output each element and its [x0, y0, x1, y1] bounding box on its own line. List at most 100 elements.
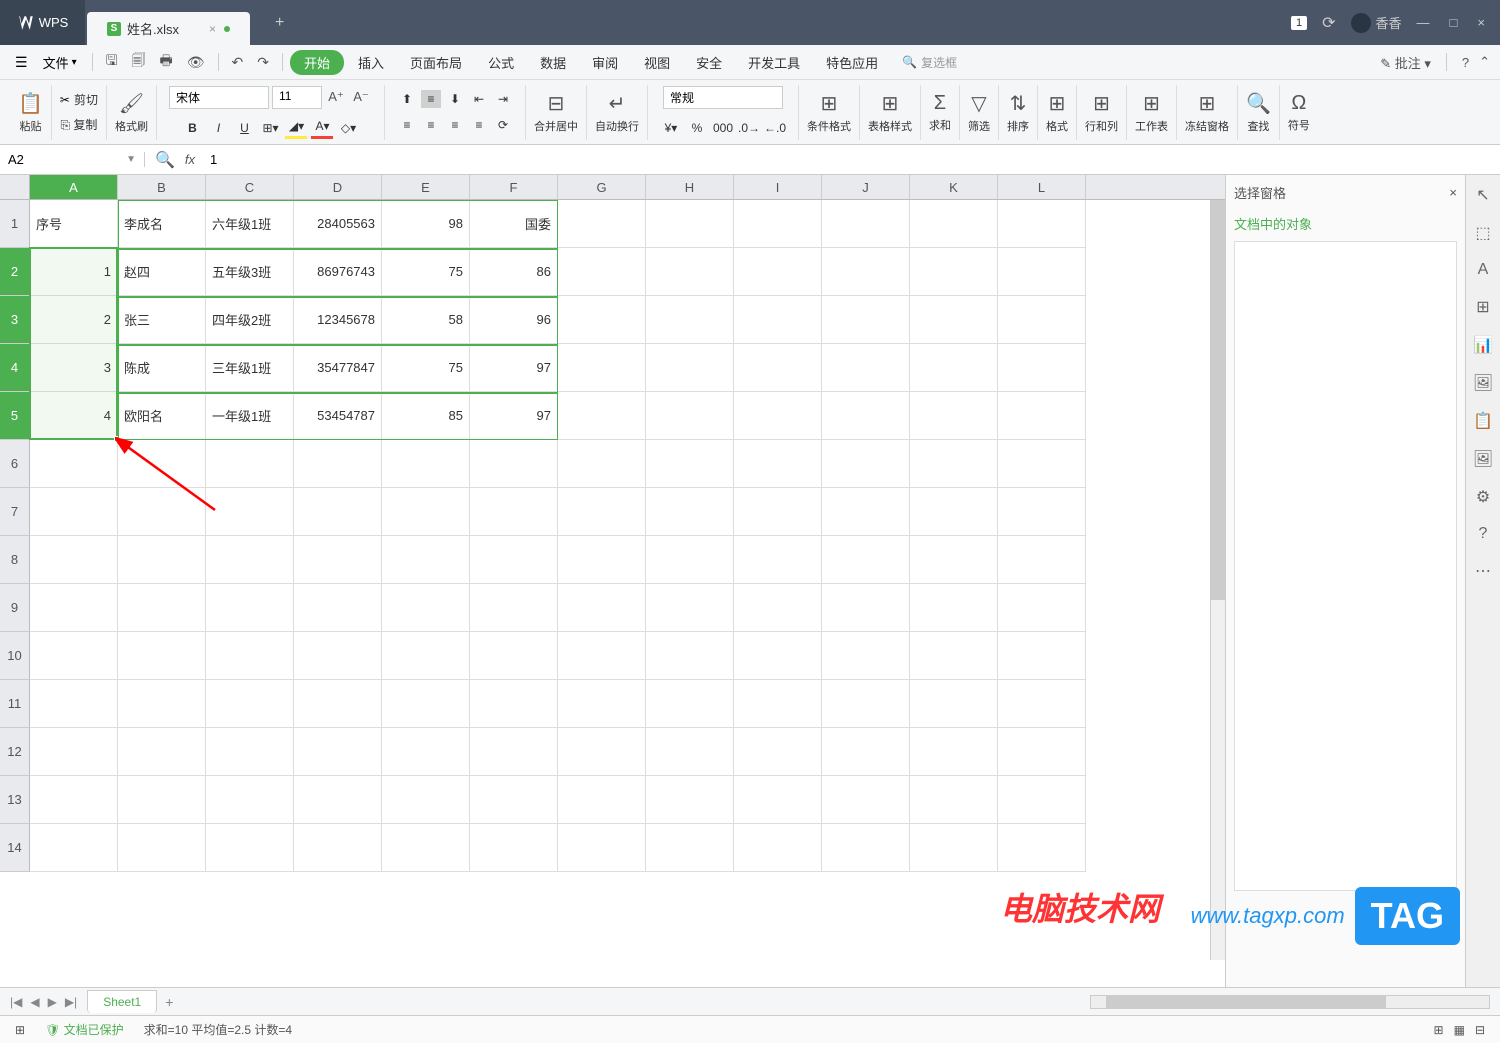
- cell[interactable]: [734, 632, 822, 680]
- cell[interactable]: [822, 392, 910, 440]
- cell[interactable]: [646, 248, 734, 296]
- cell[interactable]: 2: [30, 296, 118, 344]
- cell[interactable]: [998, 488, 1086, 536]
- cell[interactable]: [910, 488, 998, 536]
- cell[interactable]: [558, 488, 646, 536]
- cells-area[interactable]: 序号李成名六年级1班2840556398国委1赵四五年级3班8697674375…: [30, 200, 1225, 872]
- cell[interactable]: 35477847: [294, 344, 382, 392]
- fill-handle[interactable]: [114, 436, 120, 442]
- font-color-button[interactable]: A▾: [311, 117, 333, 139]
- cell[interactable]: [734, 824, 822, 872]
- cell[interactable]: [558, 248, 646, 296]
- col-header[interactable]: B: [118, 175, 206, 199]
- cell[interactable]: [558, 296, 646, 344]
- minimize-button[interactable]: —: [1417, 15, 1430, 30]
- cell[interactable]: [118, 680, 206, 728]
- close-button[interactable]: ×: [1477, 15, 1485, 30]
- cell[interactable]: [118, 776, 206, 824]
- cell[interactable]: 86976743: [294, 248, 382, 296]
- cell[interactable]: [294, 440, 382, 488]
- cell[interactable]: [646, 680, 734, 728]
- orientation[interactable]: ⟳: [493, 116, 513, 134]
- cell[interactable]: [206, 440, 294, 488]
- row-header[interactable]: 2: [0, 248, 30, 296]
- cell[interactable]: [734, 440, 822, 488]
- col-header[interactable]: E: [382, 175, 470, 199]
- row-header[interactable]: 9: [0, 584, 30, 632]
- clear-format-button[interactable]: ◇▾: [337, 117, 359, 139]
- sheet-nav-prev[interactable]: ◀: [30, 995, 39, 1009]
- menu-security[interactable]: 安全: [684, 53, 734, 72]
- cell[interactable]: [470, 584, 558, 632]
- user-info[interactable]: 香香: [1351, 13, 1402, 33]
- cell[interactable]: 序号: [30, 200, 118, 248]
- sheet-nav-first[interactable]: |◀: [10, 995, 22, 1009]
- cell[interactable]: [118, 728, 206, 776]
- decrease-font-icon[interactable]: A⁻: [350, 86, 372, 108]
- cell[interactable]: [998, 344, 1086, 392]
- mode-icon[interactable]: ⊞: [15, 1023, 25, 1037]
- currency-button[interactable]: ¥▾: [660, 117, 682, 139]
- row-header[interactable]: 13: [0, 776, 30, 824]
- align-bottom[interactable]: ⬇: [445, 90, 465, 108]
- col-header[interactable]: L: [998, 175, 1086, 199]
- format-button[interactable]: ⊞ 格式: [1046, 91, 1068, 134]
- cell[interactable]: [822, 296, 910, 344]
- increase-font-icon[interactable]: A⁺: [325, 86, 347, 108]
- align-right[interactable]: ≡: [445, 116, 465, 134]
- cell[interactable]: [734, 680, 822, 728]
- cell[interactable]: [998, 728, 1086, 776]
- cell[interactable]: [294, 680, 382, 728]
- cell[interactable]: [470, 680, 558, 728]
- cell[interactable]: [30, 728, 118, 776]
- cell[interactable]: [206, 824, 294, 872]
- cell[interactable]: [30, 440, 118, 488]
- find-button[interactable]: 🔍 查找: [1246, 91, 1271, 134]
- menu-data[interactable]: 数据: [528, 53, 578, 72]
- cut-button[interactable]: ✂ 剪切: [60, 91, 98, 108]
- cell[interactable]: [910, 584, 998, 632]
- cell[interactable]: [910, 248, 998, 296]
- cell[interactable]: [646, 536, 734, 584]
- cell[interactable]: [294, 536, 382, 584]
- name-box[interactable]: A2 ▼: [0, 152, 145, 167]
- view-break-icon[interactable]: ⊟: [1475, 1023, 1485, 1037]
- cell[interactable]: 53454787: [294, 392, 382, 440]
- cell[interactable]: [206, 488, 294, 536]
- cell[interactable]: 3: [30, 344, 118, 392]
- cell[interactable]: [646, 200, 734, 248]
- menu-special[interactable]: 特色应用: [814, 53, 890, 72]
- cell[interactable]: [998, 824, 1086, 872]
- cell[interactable]: 六年级1班: [206, 200, 294, 248]
- menu-formula[interactable]: 公式: [476, 53, 526, 72]
- cell[interactable]: [206, 632, 294, 680]
- col-header[interactable]: C: [206, 175, 294, 199]
- fill-color-button[interactable]: ◢▾: [285, 117, 307, 139]
- cell[interactable]: [294, 776, 382, 824]
- indent-decrease[interactable]: ⇤: [469, 90, 489, 108]
- col-header[interactable]: F: [470, 175, 558, 199]
- cell[interactable]: [822, 632, 910, 680]
- font-tool-icon[interactable]: A: [1478, 261, 1489, 279]
- cell[interactable]: [646, 488, 734, 536]
- cell[interactable]: [558, 392, 646, 440]
- cell[interactable]: [382, 680, 470, 728]
- percent-button[interactable]: %: [686, 117, 708, 139]
- cell[interactable]: [294, 584, 382, 632]
- cell[interactable]: [382, 488, 470, 536]
- cell[interactable]: [910, 632, 998, 680]
- filter-button[interactable]: ▽ 筛选: [968, 91, 990, 134]
- cell[interactable]: [734, 536, 822, 584]
- close-panel-icon[interactable]: ×: [1449, 185, 1457, 200]
- cell[interactable]: [910, 776, 998, 824]
- cell[interactable]: [734, 776, 822, 824]
- cell[interactable]: [470, 440, 558, 488]
- cell[interactable]: [998, 392, 1086, 440]
- cell[interactable]: [118, 488, 206, 536]
- underline-button[interactable]: U: [233, 117, 255, 139]
- cell[interactable]: [470, 536, 558, 584]
- cell[interactable]: 一年级1班: [206, 392, 294, 440]
- cell[interactable]: [998, 584, 1086, 632]
- formula-input[interactable]: [205, 152, 1500, 167]
- cell[interactable]: [910, 824, 998, 872]
